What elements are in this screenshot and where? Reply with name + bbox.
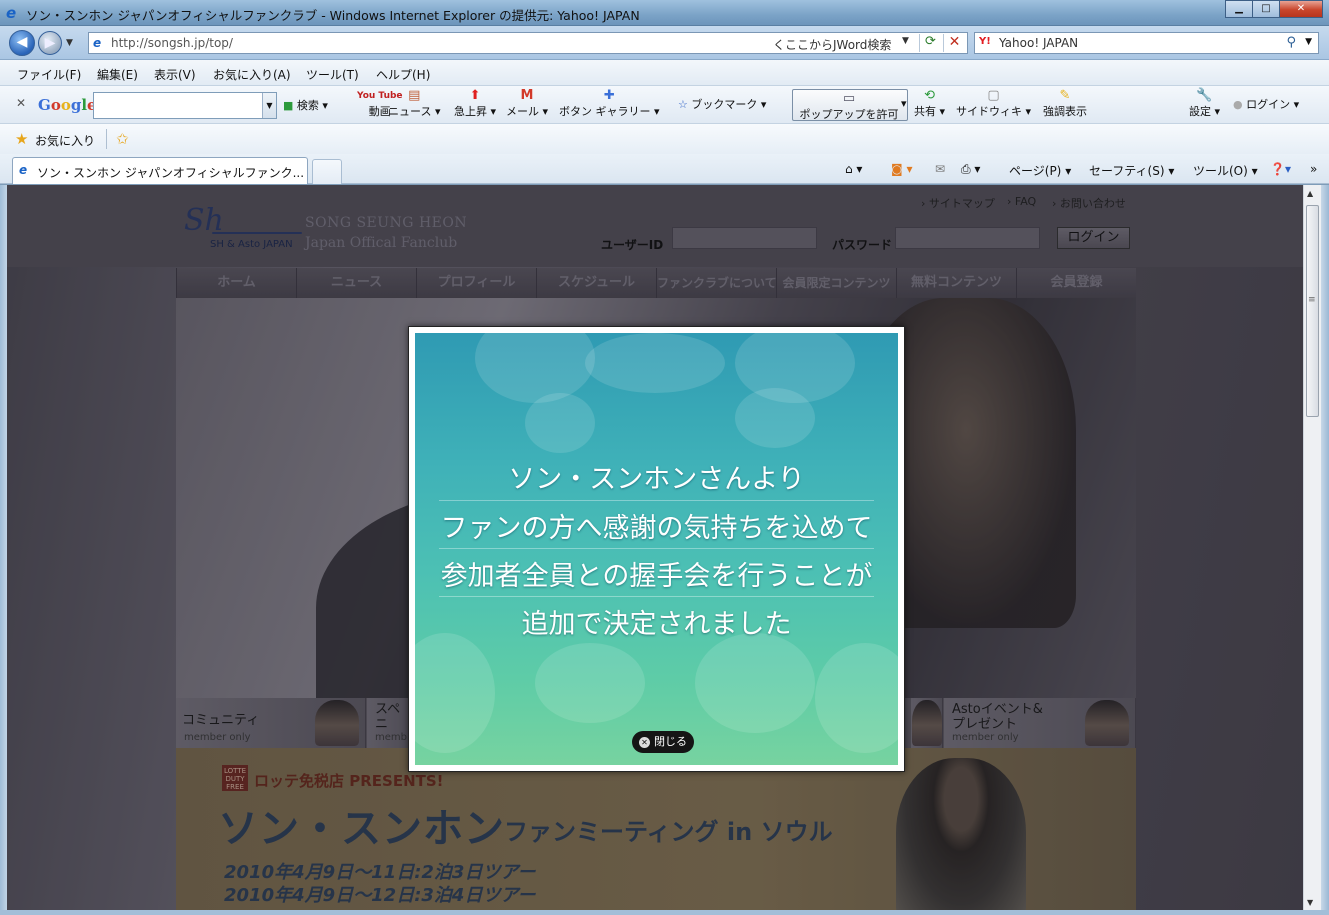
ornament-flower	[415, 633, 495, 753]
page-menu[interactable]: ページ(P) ▾	[1009, 162, 1071, 179]
close-toolbar-icon[interactable]: ✕	[16, 96, 26, 110]
trending-button[interactable]: ⬆ 急上昇 ▾	[454, 89, 496, 119]
google-search-dropdown-icon[interactable]: ▼	[262, 93, 276, 118]
add-favorite-icon[interactable]: ✩	[116, 130, 129, 148]
modal-rule	[439, 596, 874, 597]
close-window-button[interactable]: ✕	[1279, 0, 1323, 18]
ornament-flower	[735, 388, 815, 448]
address-bar-row: ◀ ▶ ▼ e http://songsh.jp/top/ くここからJWord…	[0, 26, 1329, 60]
popup-allow-label: ▭ ポップアップを許可	[799, 91, 899, 122]
toolbar-chevron-icon[interactable]: »	[1310, 162, 1317, 176]
bookmarks-button[interactable]: ☆ ブックマーク ▾	[678, 96, 766, 112]
close-icon: ✕	[639, 737, 650, 748]
scrollbar-thumb[interactable]	[1306, 205, 1319, 417]
scroll-up-icon[interactable]: ▲	[1307, 189, 1313, 198]
vertical-scrollbar[interactable]: ▲ ≡ ▼	[1303, 185, 1321, 910]
forward-button[interactable]: ▶	[38, 31, 62, 55]
ornament-flower	[525, 393, 595, 453]
window-titlebar: e ソン・スンホン ジャパンオフィシャルファンクラブ - Windows Int…	[0, 0, 1329, 26]
ornament-flower	[535, 643, 645, 723]
tab-songsh[interactable]: e ソン・スンホン ジャパンオフィシャルファンク...	[12, 157, 308, 184]
feeds-icon[interactable]: ◙ ▾	[891, 162, 912, 176]
ie-icon: e	[6, 4, 17, 22]
address-field[interactable]: e http://songsh.jp/top/ くここからJWord検索 ▼ ⟳…	[88, 32, 968, 54]
favorites-button[interactable]: お気に入り	[35, 132, 95, 149]
home-icon[interactable]: ⌂ ▾	[845, 162, 862, 176]
google-search-input[interactable]: ▼	[93, 92, 277, 119]
window-frame-left	[0, 185, 7, 910]
tools-menu[interactable]: ツール(O) ▾	[1193, 162, 1258, 179]
mail-button[interactable]: M メール ▾	[506, 89, 548, 119]
google-search-button[interactable]: ■ 検索 ▾	[283, 97, 328, 113]
jword-search-hint[interactable]: くここからJWord検索	[773, 36, 891, 53]
tab-page-icon: e	[19, 163, 28, 177]
read-mail-icon[interactable]: ✉	[935, 162, 945, 176]
announcement-modal: ソン・スンホンさんより ファンの方へ感謝の気持ちを込めて 参加者全員との握手会を…	[415, 333, 898, 765]
history-dropdown-icon[interactable]: ▼	[66, 38, 73, 48]
button-gallery-button[interactable]: ✚ ボタン ギャラリー ▾	[559, 89, 660, 119]
popup-allow-button[interactable]: ▭ ポップアップを許可	[792, 89, 908, 121]
stop-icon[interactable]: ✕	[943, 34, 965, 52]
menu-tools[interactable]: ツール(T)	[306, 66, 359, 83]
ornament-flower	[815, 643, 898, 753]
modal-line-3: 参加者全員との握手会を行うことが	[440, 561, 873, 592]
search-engine-label[interactable]: Yahoo! JAPAN	[999, 36, 1078, 50]
tab-bar: e ソン・スンホン ジャパンオフィシャルファンク... ⌂ ▾ ◙ ▾ ✉ ⎙ …	[0, 154, 1329, 184]
menu-bar: ファイル(F) 編集(E) 表示(V) お気に入り(A) ツール(T) ヘルプ(…	[0, 60, 1329, 86]
google-toolbar: ✕ Google ▼ ■ 検索 ▾ You Tube 動画 ▤ ニュース ▾ ⬆ 急上…	[0, 86, 1329, 124]
favorites-divider	[106, 129, 107, 149]
menu-help[interactable]: ヘルプ(H)	[376, 66, 430, 83]
print-icon[interactable]: ⎙ ▾	[961, 162, 980, 177]
back-button[interactable]: ◀	[9, 30, 35, 56]
search-dropdown-icon[interactable]: ▼	[1305, 37, 1312, 47]
safety-menu[interactable]: セーフティ(S) ▾	[1089, 162, 1174, 179]
address-dropdown-icon[interactable]: ▼	[902, 36, 909, 46]
modal-close-button[interactable]: ✕ 閉じる	[632, 731, 694, 753]
highlight-button[interactable]: ✎ 強調表示	[1043, 89, 1087, 119]
share-button[interactable]: ⟲ 共有 ▾	[914, 89, 945, 119]
search-box[interactable]: Y! Yahoo! JAPAN ⚲ ▼	[974, 32, 1319, 54]
google-logo: Google	[38, 96, 97, 114]
modal-rule	[439, 548, 874, 549]
scroll-grip-icon: ≡	[1308, 295, 1316, 305]
menu-view[interactable]: 表示(V)	[154, 66, 196, 83]
ornament-leaf	[585, 333, 725, 393]
modal-line-2: ファンの方へ感謝の気持ちを込めて	[440, 513, 873, 544]
favorites-bar: ★ お気に入り ✩	[0, 124, 1329, 154]
window-controls: ▁ □ ✕	[1225, 0, 1323, 18]
page-icon: e	[93, 36, 102, 50]
menu-edit[interactable]: 編集(E)	[97, 66, 138, 83]
modal-line-1: ソン・スンホンさんより	[508, 464, 805, 495]
google-login-button[interactable]: ● ログイン ▾	[1233, 96, 1299, 112]
window-frame-right	[1321, 185, 1329, 915]
new-tab-button[interactable]	[312, 159, 342, 184]
scroll-down-icon[interactable]: ▼	[1307, 898, 1313, 907]
refresh-icon[interactable]: ⟳	[919, 34, 941, 52]
settings-button[interactable]: 🔧 設定 ▾	[1189, 89, 1220, 119]
ornament-flower	[695, 633, 815, 733]
popup-dropdown-icon[interactable]: ▾	[901, 97, 907, 110]
help-icon[interactable]: ❓▾	[1270, 162, 1291, 176]
news-button[interactable]: ▤ ニュース ▾	[388, 89, 440, 119]
url-text[interactable]: http://songsh.jp/top/	[111, 36, 233, 50]
maximize-button[interactable]: □	[1252, 0, 1280, 18]
yahoo-icon: Y!	[979, 36, 991, 47]
minimize-button[interactable]: ▁	[1225, 0, 1253, 18]
menu-file[interactable]: ファイル(F)	[17, 66, 81, 83]
ornament-leaf	[475, 333, 595, 403]
search-icon[interactable]: ⚲	[1286, 35, 1296, 50]
modal-line-4: 追加で決定されました	[521, 609, 792, 640]
tab-label: ソン・スンホン ジャパンオフィシャルファンク...	[37, 166, 305, 180]
modal-rule	[439, 500, 874, 501]
window-frame-bottom	[0, 910, 1329, 915]
window-title: ソン・スンホン ジャパンオフィシャルファンクラブ - Windows Inter…	[26, 8, 640, 23]
sidewiki-button[interactable]: ▢ サイドウィキ ▾	[956, 89, 1031, 119]
favorites-star-icon[interactable]: ★	[15, 130, 28, 148]
modal-close-label: 閉じる	[654, 735, 687, 748]
menu-favorites[interactable]: お気に入り(A)	[213, 66, 291, 83]
